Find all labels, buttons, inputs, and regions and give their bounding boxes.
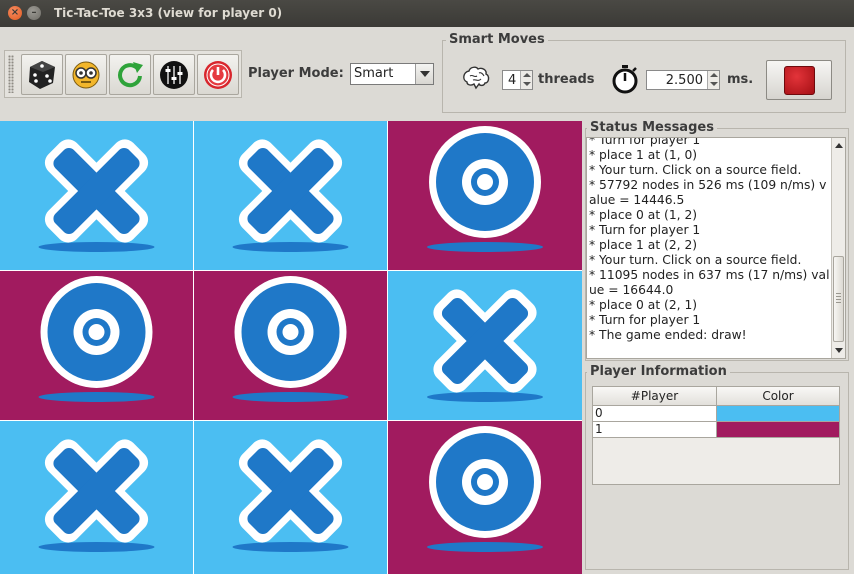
status-message-line: * place 0 at (1, 2) — [589, 208, 698, 222]
status-message-line: ue = 16644.0 — [589, 283, 674, 297]
player-id-cell[interactable]: 1 — [593, 422, 717, 438]
random-move-button[interactable] — [21, 54, 63, 95]
settings-button[interactable] — [153, 54, 195, 95]
power-icon — [204, 61, 232, 89]
x-mark-icon — [427, 289, 543, 402]
status-message-line: * Turn for player 1 — [589, 313, 701, 327]
vertical-scrollbar[interactable] — [831, 138, 845, 358]
player-mode-value: Smart — [354, 66, 394, 81]
status-message-line: * 11095 nodes in 637 ms (17 n/ms) val — [589, 268, 830, 282]
spin-up-icon[interactable] — [523, 73, 531, 77]
brain-icon — [463, 66, 490, 90]
board-cell-0-0[interactable] — [0, 121, 193, 270]
board-cell-1-1[interactable] — [194, 271, 387, 420]
restart-game-button[interactable] — [109, 54, 151, 95]
status-message-line: * place 0 at (2, 1) — [589, 298, 698, 312]
equalizer-settings-icon — [160, 61, 188, 89]
status-message-line: * 57792 nodes in 526 ms (109 n/ms) v — [589, 178, 827, 192]
title-bar: × – Tic-Tac-Toe 3x3 (view for player 0) — [0, 0, 854, 27]
game-board — [0, 121, 582, 574]
restart-icon — [118, 62, 143, 88]
status-message-line: * The game ended: draw! — [589, 328, 747, 342]
status-message-line: * Turn for player 1 — [589, 223, 701, 237]
close-window-button[interactable]: × — [8, 6, 22, 20]
minimize-window-button[interactable]: – — [27, 6, 41, 20]
player-mode-label: Player Mode: — [248, 66, 344, 81]
quit-button[interactable] — [197, 54, 239, 95]
player-mode-select[interactable]: Smart — [350, 63, 434, 85]
x-mark-icon — [38, 439, 155, 552]
player-color-cell[interactable] — [717, 422, 840, 438]
robot-player-button[interactable] — [65, 54, 107, 95]
window-title: Tic-Tac-Toe 3x3 (view for player 0) — [54, 6, 283, 20]
o-mark-icon — [427, 426, 543, 552]
board-cell-1-2[interactable] — [388, 271, 582, 420]
threads-spinner-buttons — [520, 71, 532, 89]
scroll-thumb[interactable] — [833, 256, 844, 342]
board-cell-2-2[interactable] — [388, 421, 582, 574]
time-limit-spinner[interactable]: 2.500 — [646, 70, 720, 90]
x-mark-icon — [232, 439, 349, 552]
toolbar-grip[interactable] — [8, 55, 14, 93]
status-message-line: * place 1 at (1, 0) — [589, 148, 698, 162]
stopwatch-icon — [612, 65, 638, 94]
column-header-player[interactable]: #Player — [593, 387, 717, 406]
spin-down-icon[interactable] — [523, 82, 531, 86]
status-message-line: * Turn for player 1 — [589, 137, 701, 147]
board-cell-2-1[interactable] — [194, 421, 387, 574]
status-message-line: alue = 14446.5 — [589, 193, 685, 207]
status-message-line: * Your turn. Click on a source field. — [589, 163, 802, 177]
scroll-up-icon[interactable] — [835, 143, 843, 148]
board-cell-0-1[interactable] — [194, 121, 387, 270]
status-messages-text: * Turn for player 1 * place 1 at (1, 0) * … — [589, 137, 833, 343]
player-table: #Player Color 0 1 — [592, 386, 840, 485]
scroll-down-icon[interactable] — [835, 348, 843, 353]
time-spinner-buttons — [707, 71, 719, 89]
stop-icon — [784, 66, 815, 95]
status-messages-area[interactable]: * Turn for player 1 * place 1 at (1, 0) * … — [586, 137, 846, 359]
player-information-title: Player Information — [587, 364, 730, 379]
spin-up-icon[interactable] — [710, 73, 718, 77]
time-limit-value: 2.500 — [665, 73, 703, 88]
threads-value: 4 — [508, 73, 517, 88]
status-message-line: * Your turn. Click on a source field. — [589, 253, 802, 267]
board-cell-2-0[interactable] — [0, 421, 193, 574]
status-messages-title: Status Messages — [587, 120, 717, 135]
x-mark-icon — [232, 139, 349, 252]
column-header-color[interactable]: Color — [717, 387, 840, 406]
threads-label: threads — [538, 72, 595, 87]
player-id-cell[interactable]: 0 — [593, 406, 717, 422]
o-mark-icon — [232, 276, 349, 402]
smart-moves-title: Smart Moves — [446, 32, 548, 47]
o-mark-icon — [427, 126, 543, 252]
x-mark-icon — [38, 139, 155, 252]
board-cell-0-2[interactable] — [388, 121, 582, 270]
main-toolbar — [4, 50, 242, 98]
threads-spinner[interactable]: 4 — [502, 70, 533, 90]
stop-button[interactable] — [766, 60, 832, 100]
status-message-line: * place 1 at (2, 2) — [589, 238, 698, 252]
robot-face-icon — [72, 61, 100, 89]
chevron-down-icon[interactable] — [415, 64, 433, 84]
spin-down-icon[interactable] — [710, 82, 718, 86]
dice-icon — [29, 61, 55, 89]
o-mark-icon — [38, 276, 155, 402]
player-color-cell[interactable] — [717, 406, 840, 422]
board-cell-1-0[interactable] — [0, 271, 193, 420]
time-unit-label: ms. — [727, 72, 754, 87]
